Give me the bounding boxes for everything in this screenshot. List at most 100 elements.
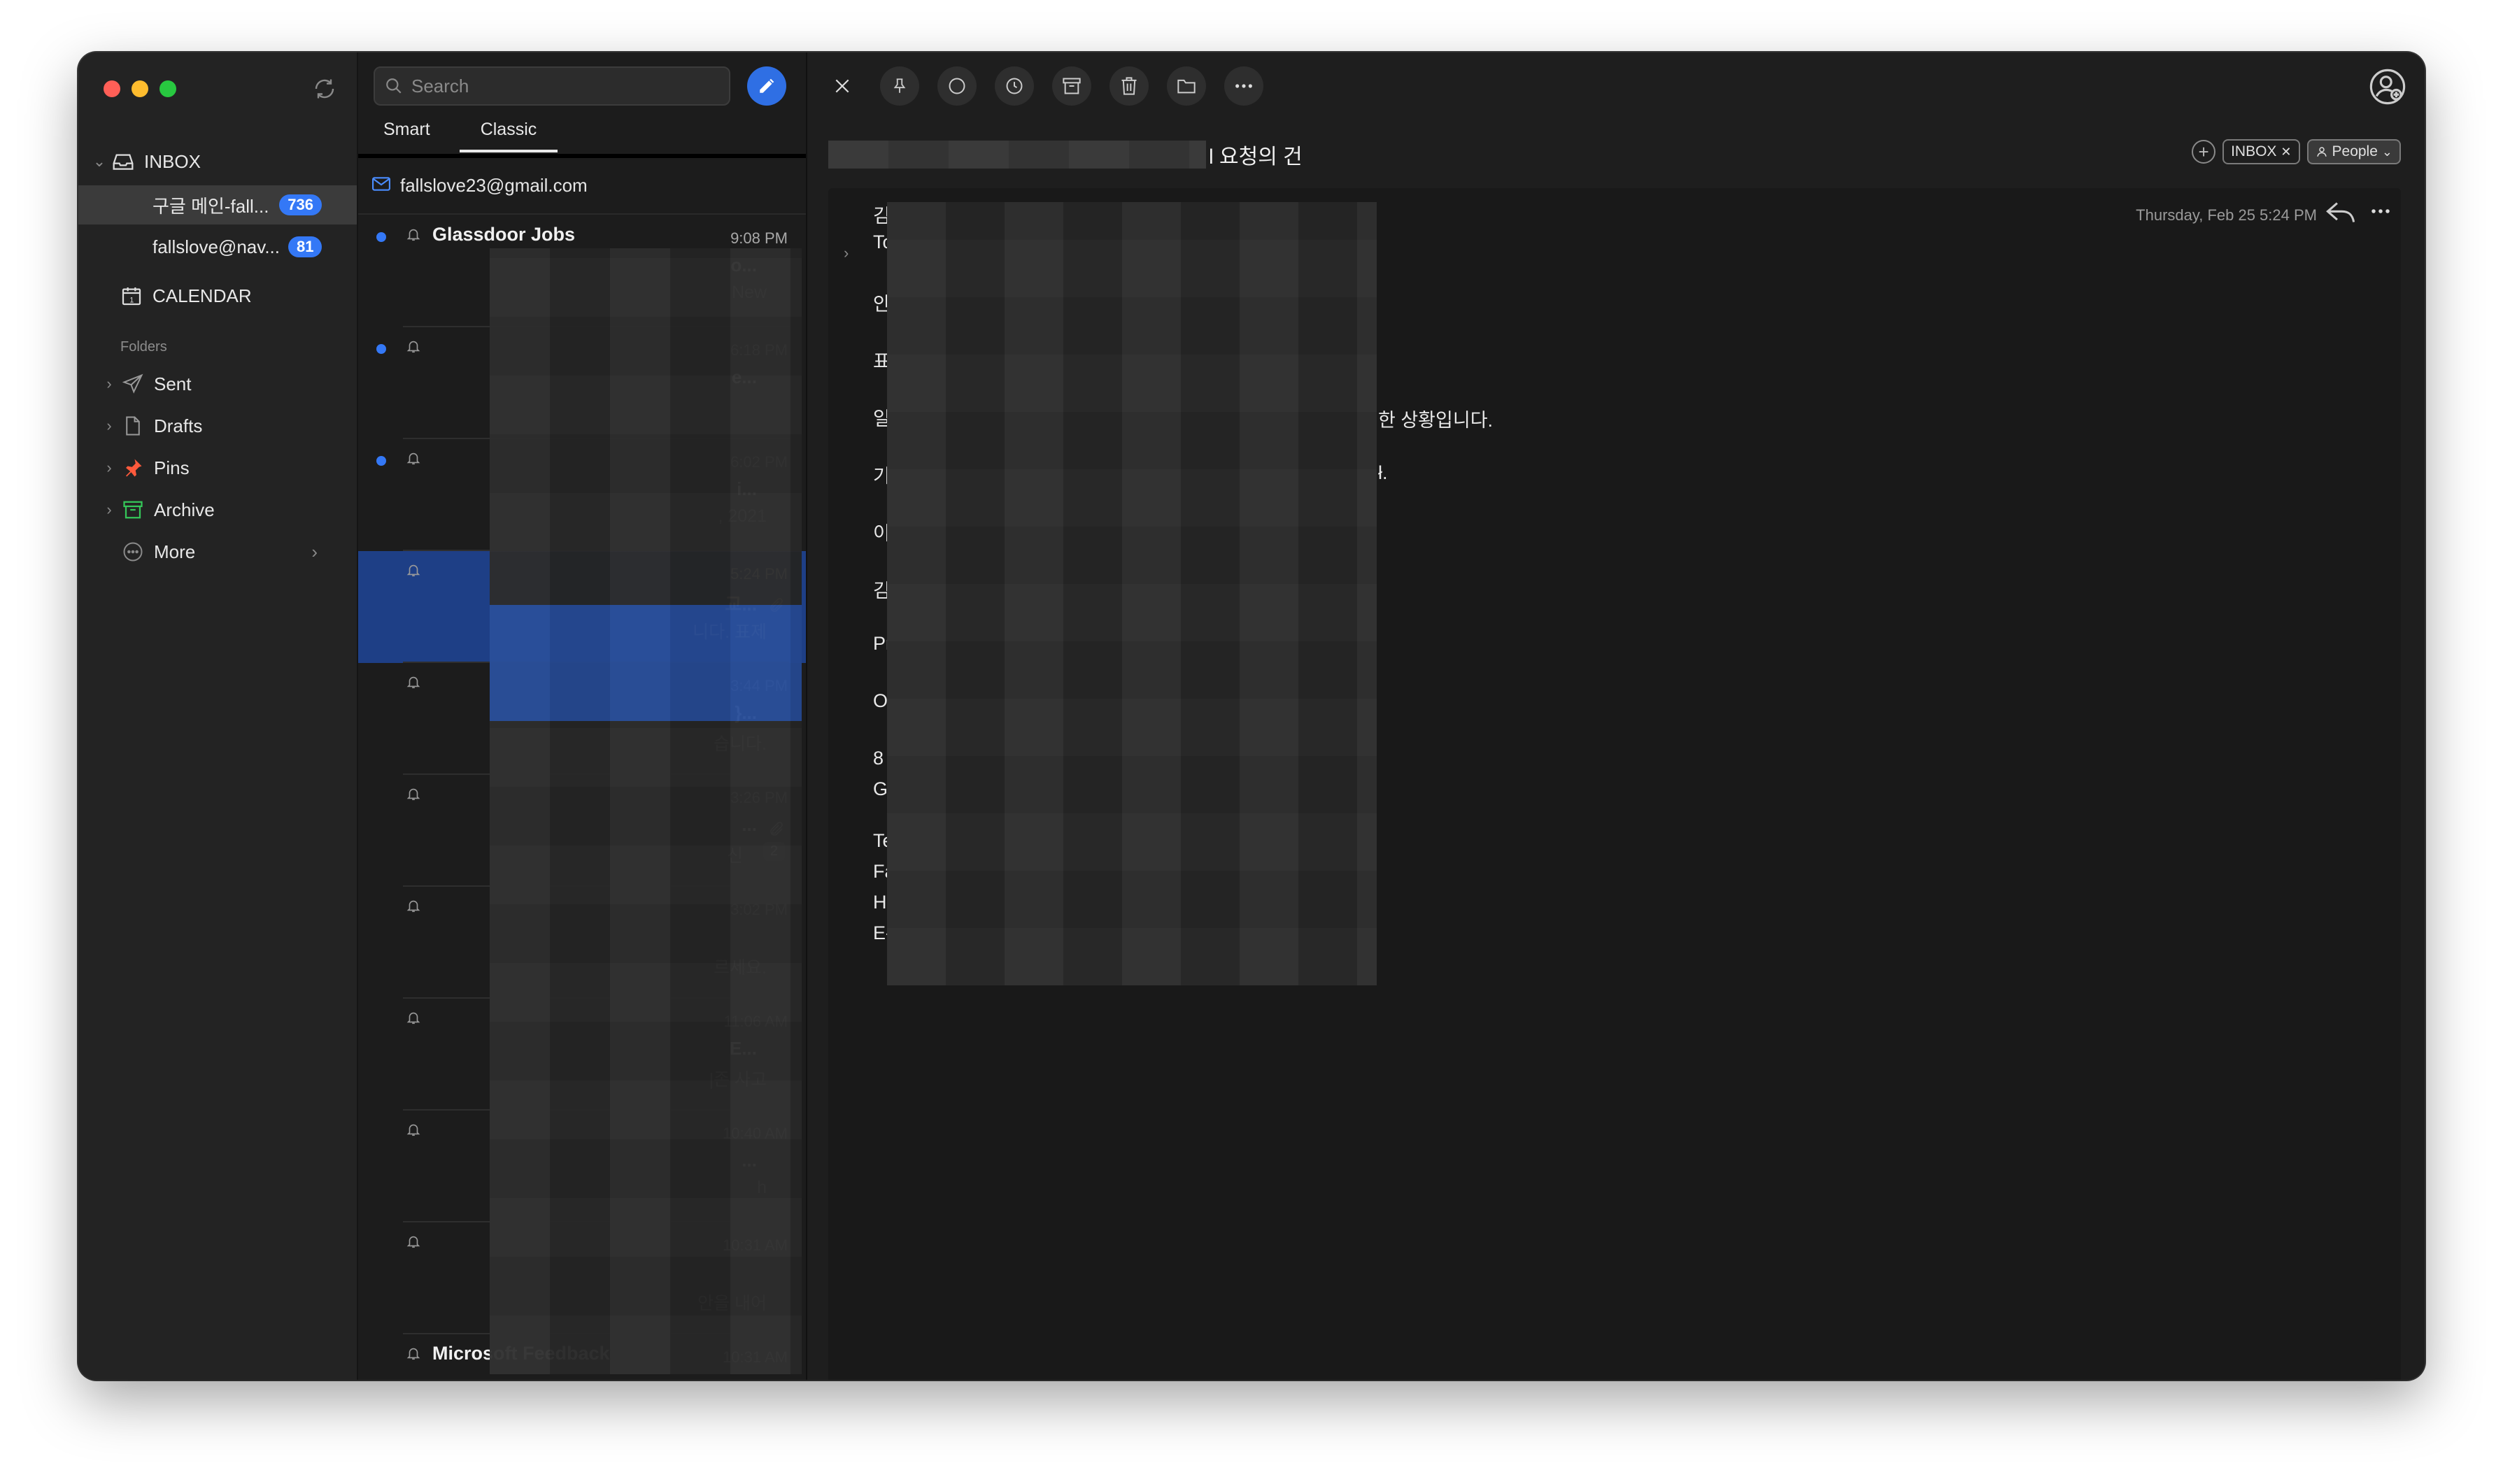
sidebar: ⌄ INBOX 구글 메인-fall... 736 fallslove@nav.… — [78, 52, 358, 1380]
minimize-window-button[interactable] — [132, 80, 148, 97]
sidebar-item-label: Sent — [154, 373, 192, 394]
window-controls — [104, 80, 176, 97]
chevron-right-icon[interactable]: › — [99, 375, 119, 393]
account-profile-button[interactable] — [2369, 68, 2406, 106]
sync-icon[interactable] — [312, 76, 337, 101]
message-subject: l 요청의 건 — [828, 139, 1303, 170]
sidebar-item-inbox[interactable]: ⌄ INBOX — [78, 142, 357, 181]
tab-smart[interactable]: Smart — [383, 120, 430, 152]
message-labels: + INBOX ✕ People ⌄ — [2192, 139, 2401, 164]
bell-icon — [406, 450, 421, 469]
close-icon — [835, 79, 849, 93]
body-line-start: 8 — [873, 748, 884, 769]
subject-text: l 요청의 건 — [1209, 145, 1303, 169]
account-filter-row[interactable]: fallslove23@gmail.com — [358, 157, 806, 215]
unread-dot — [376, 456, 386, 466]
chevron-right-icon[interactable]: › — [844, 244, 849, 262]
message-date: Thursday, Feb 25 5:24 PM — [2136, 206, 2317, 224]
body-line-start: G — [873, 778, 888, 799]
close-message-button[interactable] — [823, 66, 862, 106]
bell-icon — [406, 338, 421, 357]
sidebar-item-account-naver[interactable]: fallslove@nav... 81 — [78, 227, 357, 266]
bell-icon — [406, 674, 421, 693]
zoom-window-button[interactable] — [159, 80, 176, 97]
person-icon — [2316, 147, 2327, 157]
app-window: ⌄ INBOX 구글 메인-fall... 736 fallslove@nav.… — [78, 52, 2425, 1380]
bell-icon — [406, 898, 421, 917]
body-line-start: O — [873, 690, 888, 711]
archive-box-icon — [119, 497, 147, 522]
message-card: Thursday, Feb 25 5:24 PM › 김 To 안 표 일 기 이 김 Pr O 8… — [828, 188, 2401, 1380]
list-tabs: Smart Classic — [383, 120, 558, 152]
search-input[interactable] — [410, 74, 707, 98]
search-box[interactable] — [374, 66, 730, 106]
move-to-folder-button[interactable] — [1167, 66, 1206, 106]
folders-heading: Folders — [120, 339, 167, 355]
chevron-down-icon[interactable]: ⌄ — [90, 152, 109, 171]
document-icon — [119, 413, 147, 438]
compose-button[interactable] — [747, 66, 786, 106]
close-window-button[interactable] — [104, 80, 120, 97]
unread-count-badge: 736 — [279, 194, 322, 215]
chevron-right-icon[interactable]: › — [99, 417, 119, 435]
tab-classic[interactable]: Classic — [459, 120, 558, 152]
snooze-button[interactable] — [995, 66, 1034, 106]
svg-text:1: 1 — [129, 296, 134, 304]
paper-plane-icon — [119, 371, 147, 397]
reader-toolbar — [823, 66, 1263, 106]
clock-icon — [1006, 78, 1023, 94]
redacted-content-selected — [490, 605, 802, 721]
chevron-right-icon[interactable]: › — [311, 541, 318, 563]
sidebar-item-archive[interactable]: › Archive — [78, 490, 357, 529]
label-chip-inbox[interactable]: INBOX ✕ — [2222, 139, 2300, 164]
unread-dot — [376, 344, 386, 354]
message-list-pane: Smart Classic fallslove23@gmail.com Glas… — [358, 52, 807, 1380]
sidebar-item-label: More — [154, 541, 196, 562]
sidebar-item-label: Pins — [154, 457, 190, 478]
label-text: People — [2332, 143, 2378, 159]
pencil-icon — [760, 78, 774, 93]
sidebar-item-label: Archive — [154, 499, 215, 520]
pin-outline-icon — [893, 78, 906, 93]
sidebar-item-sent[interactable]: › Sent — [78, 364, 357, 404]
sidebar-item-label: CALENDAR — [153, 285, 252, 306]
sidebar-item-more[interactable]: More › — [78, 532, 357, 571]
reading-pane: l 요청의 건 + INBOX ✕ People ⌄ Thursday, Feb… — [807, 52, 2425, 1380]
ellipsis-icon — [2371, 209, 2390, 213]
envelope-icon — [372, 175, 390, 197]
unread-count-badge: 81 — [288, 236, 322, 257]
bell-icon — [406, 1346, 421, 1364]
redacted-content — [490, 248, 802, 1374]
add-label-button[interactable]: + — [2192, 140, 2216, 164]
sidebar-item-pins[interactable]: › Pins — [78, 448, 357, 487]
sidebar-item-label: Drafts — [154, 415, 203, 436]
sidebar-item-account-google[interactable]: 구글 메인-fall... 736 — [78, 185, 357, 224]
bell-icon — [406, 786, 421, 805]
bell-icon — [406, 227, 421, 245]
inbox-tray-icon — [109, 149, 137, 174]
chevron-right-icon[interactable]: › — [99, 459, 119, 477]
pin-button[interactable] — [880, 66, 919, 106]
people-filter-button[interactable]: People ⌄ — [2306, 139, 2401, 164]
message-more-button[interactable] — [2370, 201, 2391, 225]
delete-button[interactable] — [1109, 66, 1149, 106]
remove-label-icon[interactable]: ✕ — [2281, 145, 2291, 159]
sidebar-item-calendar[interactable]: 1 CALENDAR — [78, 276, 357, 315]
archive-icon — [1063, 78, 1081, 94]
bell-icon — [406, 1234, 421, 1253]
sidebar-item-label: fallslove@nav... — [153, 236, 280, 257]
pin-icon — [119, 455, 147, 480]
mark-unread-button[interactable] — [937, 66, 977, 106]
sidebar-item-label: 구글 메인-fall... — [153, 195, 269, 217]
more-actions-button[interactable] — [1224, 66, 1263, 106]
reply-icon — [2326, 202, 2355, 222]
bell-icon — [406, 1122, 421, 1141]
unread-dot — [376, 232, 386, 242]
chevron-right-icon[interactable]: › — [99, 501, 119, 519]
redacted-subject — [828, 141, 1206, 169]
circle-icon — [949, 78, 965, 94]
sidebar-item-drafts[interactable]: › Drafts — [78, 406, 357, 445]
archive-button[interactable] — [1052, 66, 1091, 106]
trash-icon — [1121, 77, 1137, 95]
reply-button[interactable] — [2325, 201, 2356, 228]
